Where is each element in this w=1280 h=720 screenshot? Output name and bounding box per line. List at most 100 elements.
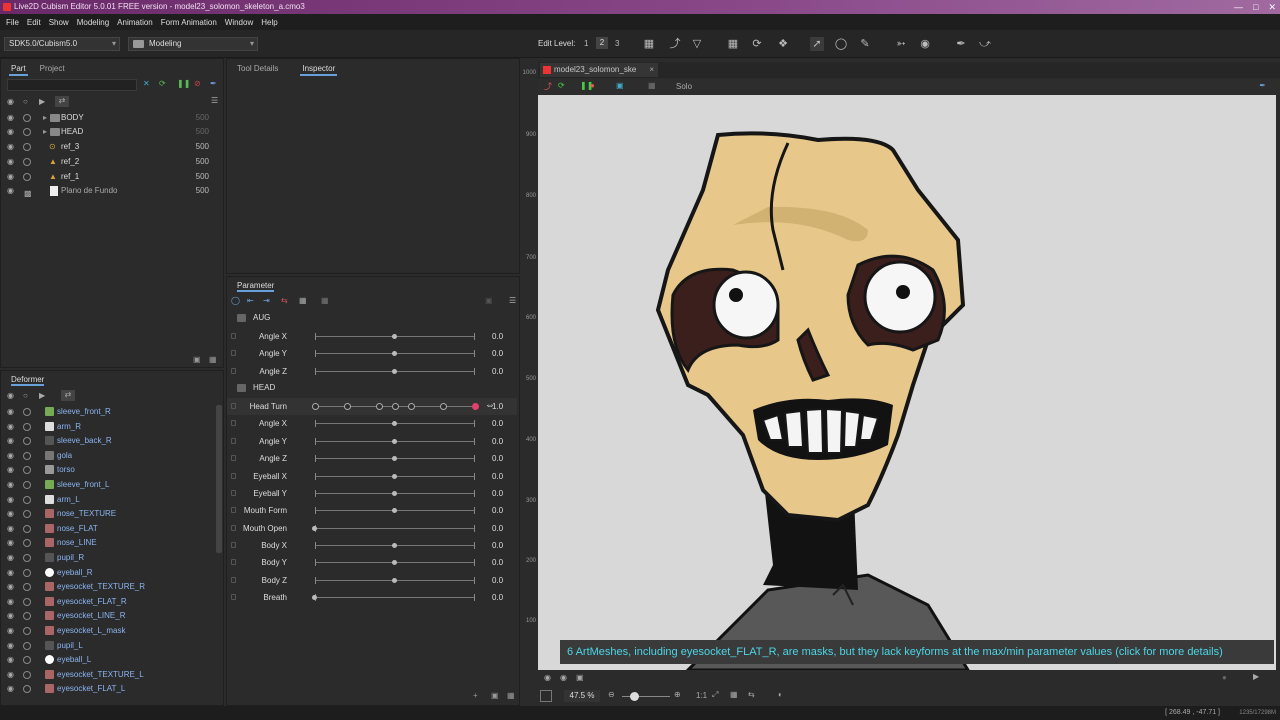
parameter-lock-icon[interactable]	[231, 437, 236, 444]
parameter-value[interactable]: 1.0	[492, 398, 503, 415]
lock-icon[interactable]	[23, 114, 31, 122]
parameter-slider[interactable]	[312, 524, 475, 532]
parameter-lock-icon[interactable]	[231, 333, 236, 339]
tab-part[interactable]: Part	[9, 62, 28, 76]
parameter-row[interactable]: Body X 0.0	[227, 537, 517, 554]
deformer-row[interactable]: ◉ eyeball_R	[1, 566, 213, 580]
deformer-row[interactable]: ◉ eyeball_L	[1, 653, 213, 667]
parameter-slider[interactable]	[315, 472, 475, 480]
new-part-icon[interactable]: ▣	[193, 355, 201, 364]
parameter-lock-icon[interactable]	[231, 541, 236, 548]
lock-icon[interactable]	[23, 466, 31, 475]
menu-help[interactable]: Help	[257, 18, 281, 27]
menu-show[interactable]: Show	[45, 18, 73, 27]
lock-icon[interactable]	[23, 656, 31, 665]
parameter-row[interactable]: Head Turn ⇔ 1.0	[227, 398, 517, 416]
record-icon[interactable]: ●	[590, 81, 595, 90]
add-parameter-icon[interactable]: +	[473, 691, 478, 700]
link-icon[interactable]: ✕	[143, 79, 150, 88]
filter-icon[interactable]: ▽	[690, 37, 704, 51]
zoom-slider[interactable]	[622, 692, 670, 701]
sdk-select[interactable]: SDK5.0/Cubism5.0 ▾	[4, 37, 120, 51]
menu-window[interactable]: Window	[221, 18, 257, 27]
lock-icon[interactable]	[23, 583, 31, 592]
parameter-row[interactable]: Angle X 0.0	[227, 415, 517, 432]
keyform-marker[interactable]	[376, 403, 383, 411]
edit-level-1[interactable]: 1	[584, 39, 588, 48]
lock-header-icon[interactable]: ○	[23, 97, 28, 106]
zoom-input[interactable]: 47.5 %	[564, 690, 600, 702]
parameter-value[interactable]: 0.0	[492, 554, 503, 571]
menu-icon[interactable]: ☰	[509, 296, 516, 305]
menu-edit[interactable]: Edit	[23, 18, 45, 27]
pen-icon[interactable]: ✒	[954, 37, 968, 51]
parameter-row[interactable]: Eyeball X 0.0	[227, 468, 517, 485]
table-icon[interactable]: ▦	[299, 296, 307, 305]
link-icon[interactable]: ⟳	[558, 81, 565, 90]
deformer-row[interactable]: ◉ pupil_R	[1, 551, 213, 565]
slider-handle[interactable]	[392, 334, 397, 339]
menu-icon[interactable]: ☰	[211, 96, 218, 105]
tab-project[interactable]: Project	[38, 62, 67, 76]
keyform-add-icon[interactable]: ⇤	[247, 296, 254, 305]
camera-icon[interactable]: ◉	[544, 673, 551, 682]
document-tab[interactable]: model23_solomon_ske ×	[540, 63, 658, 77]
expand-arrow-icon[interactable]: ▸	[43, 111, 47, 125]
parameter-group-header[interactable]: AUG	[227, 311, 517, 325]
mode-select[interactable]: Modeling ▾	[128, 37, 258, 51]
rotate-icon[interactable]: ⟳	[750, 37, 764, 51]
part-search-input[interactable]	[7, 79, 137, 91]
keyform-insert-icon[interactable]: ⇥	[263, 296, 270, 305]
slider-handle[interactable]	[392, 577, 397, 583]
tab-tool-details[interactable]: Tool Details	[235, 62, 280, 76]
parameter-group-header[interactable]: HEAD	[227, 381, 517, 395]
menu-form-animation[interactable]: Form Animation	[157, 18, 221, 27]
parameter-value[interactable]: 0.0	[492, 450, 503, 467]
frame-icon[interactable]: ▣	[616, 81, 624, 90]
camera-settings-icon[interactable]: ◉	[560, 673, 567, 682]
parameter-row[interactable]: Body Z 0.0	[227, 572, 517, 589]
minimize-button[interactable]: —	[1234, 0, 1243, 14]
refresh-icon[interactable]: ⟳	[159, 79, 166, 88]
visibility-icon[interactable]: ◉	[7, 495, 15, 504]
expand-arrow-icon[interactable]: ▸	[43, 125, 47, 139]
transform-icon[interactable]: ➳	[894, 37, 908, 51]
slider-handle[interactable]	[392, 473, 397, 479]
visibility-icon[interactable]: ◉	[7, 641, 15, 650]
deformer-row[interactable]: ◉ nose_FLAT	[1, 522, 213, 536]
lock-icon[interactable]	[23, 510, 31, 519]
slider-handle[interactable]	[392, 456, 397, 461]
parameter-slider[interactable]	[315, 333, 475, 340]
lock-icon[interactable]	[23, 568, 31, 577]
deformer-row[interactable]: ◉ arm_R	[1, 420, 213, 434]
parameter-value[interactable]: 0.0	[492, 520, 503, 537]
trash-icon[interactable]: ▦	[209, 355, 217, 364]
copy-icon[interactable]: ▣	[485, 296, 493, 305]
parameter-slider[interactable]	[315, 420, 475, 428]
slider-handle[interactable]	[472, 403, 479, 411]
parameter-lock-icon[interactable]	[231, 524, 236, 531]
lock-icon[interactable]	[23, 554, 31, 562]
glue-icon[interactable]: ◉	[918, 37, 932, 51]
visibility-icon[interactable]: ◉	[7, 437, 15, 445]
visibility-icon[interactable]: ◉	[7, 612, 15, 620]
parameter-row[interactable]: Angle Y 0.0	[227, 433, 517, 450]
parameter-lock-icon[interactable]	[231, 350, 236, 357]
parameter-slider[interactable]	[315, 541, 475, 549]
menu-file[interactable]: File	[2, 18, 23, 27]
visibility-icon[interactable]: ◉	[7, 554, 15, 562]
deformer-row[interactable]: ◉ eyesocket_TEXTURE_R	[1, 580, 213, 594]
lock-icon[interactable]	[23, 670, 31, 679]
parameter-value[interactable]: 0.0	[492, 572, 503, 589]
parameter-value[interactable]: 0.0	[492, 328, 503, 345]
visibility-icon[interactable]: ◉	[7, 173, 15, 181]
deformer-row[interactable]: ◉ sleeve_front_L	[1, 478, 213, 492]
close-tab-icon[interactable]: ×	[649, 63, 654, 77]
lasso-icon[interactable]: ◯	[834, 37, 848, 51]
part-row-ref1[interactable]: ◉ ▲ ref_1 500	[1, 170, 223, 184]
parameter-lock-icon[interactable]	[231, 403, 236, 410]
slider-handle[interactable]	[392, 438, 397, 444]
parameter-row[interactable]: Angle Y 0.0	[227, 345, 517, 362]
connect-icon[interactable]: ⤻	[978, 37, 992, 51]
slider-handle[interactable]	[392, 368, 397, 374]
